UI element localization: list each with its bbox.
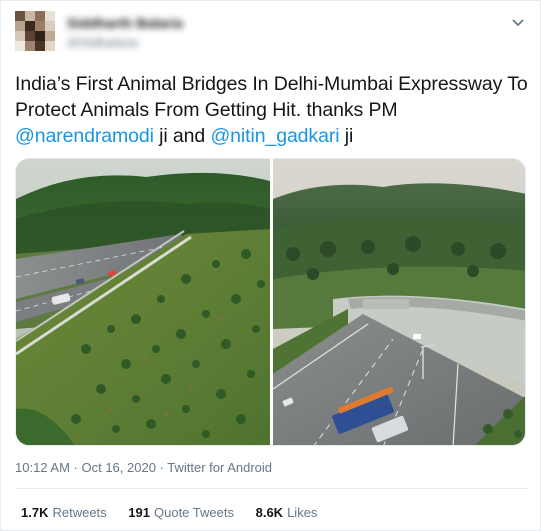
tweet-header: Siddharth Balaria @Sidbalaria [15, 11, 530, 51]
retweets-label: Retweets [52, 505, 107, 520]
photo-right[interactable] [273, 159, 526, 446]
quote-tweets-stat[interactable]: 191 Quote Tweets [128, 505, 234, 520]
chevron-down-icon[interactable] [510, 15, 526, 31]
tweet-text-segment: ji and [153, 125, 211, 147]
likes-stat[interactable]: 8.6K Likes [256, 505, 318, 520]
likes-label: Likes [287, 505, 318, 520]
tweet-text: India’s First Animal Bridges In Delhi-Mu… [15, 71, 530, 149]
quote-tweets-label: Quote Tweets [154, 505, 234, 520]
engagement-stats: 1.7K Retweets 191 Quote Tweets 8.6K Likes [21, 505, 335, 520]
photo-left[interactable] [16, 159, 270, 446]
retweets-count: 1.7K [21, 505, 49, 520]
likes-count: 8.6K [255, 505, 284, 520]
media-grid [15, 158, 526, 446]
divider [15, 488, 528, 489]
mention-link[interactable]: @narendramodi [15, 125, 154, 147]
author-name[interactable]: Siddharth Balaria [67, 15, 185, 29]
quote-tweets-count: 191 [128, 505, 150, 520]
mention-link[interactable]: @nitin_gadkari [210, 125, 339, 147]
retweets-stat[interactable]: 1.7K Retweets [21, 505, 107, 520]
author-handle[interactable]: @Sidbalaria [67, 35, 159, 48]
tweet-timestamp[interactable]: 10:12 AM · Oct 16, 2020 · Twitter for An… [15, 460, 272, 475]
avatar[interactable] [15, 11, 55, 51]
tweet-card: Siddharth Balaria @Sidbalaria India’s Fi… [0, 0, 541, 531]
tweet-text-segment: India’s First Animal Bridges In Delhi-Mu… [15, 73, 528, 121]
tweet-text-segment: ji [339, 125, 354, 147]
